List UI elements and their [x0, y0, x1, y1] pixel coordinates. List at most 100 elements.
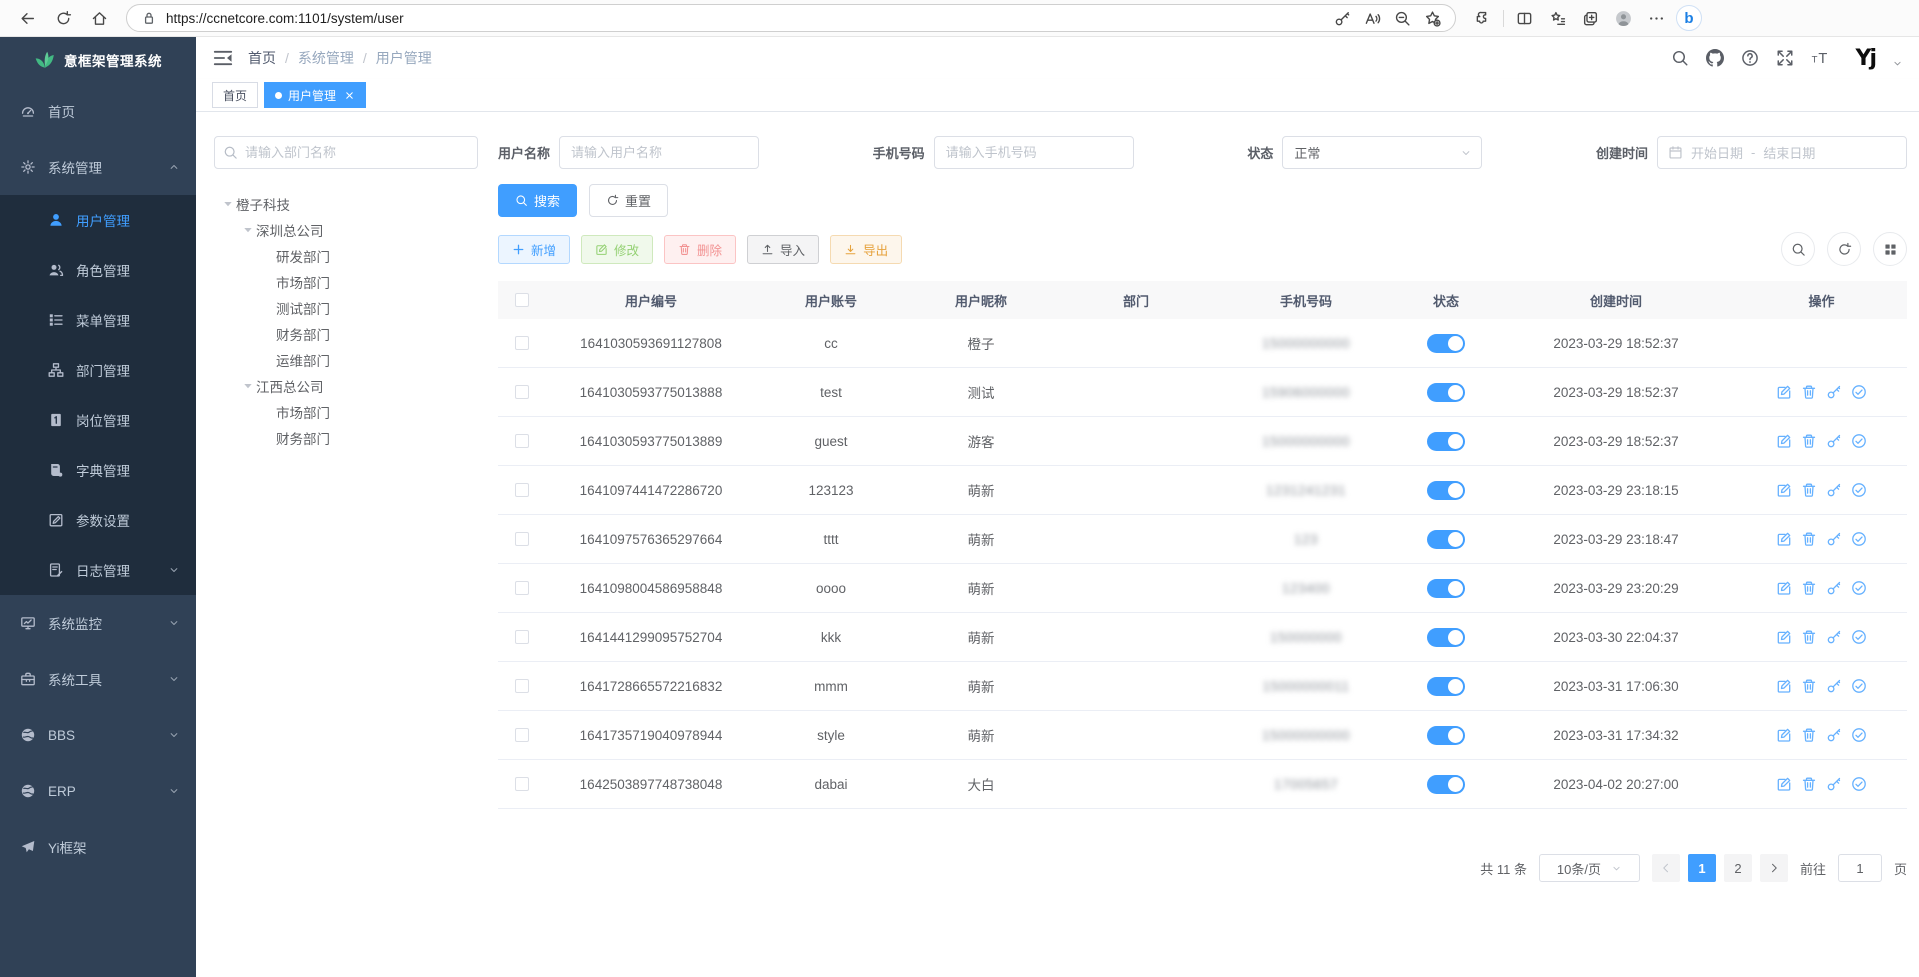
read-aloud-icon[interactable]	[1359, 5, 1385, 31]
trash-action-icon[interactable]	[1801, 482, 1817, 498]
grid-circle-button[interactable]	[1873, 232, 1907, 266]
font-size-icon[interactable]: TT	[1811, 49, 1829, 67]
split-screen-icon[interactable]	[1511, 5, 1537, 31]
collections-icon[interactable]	[1544, 5, 1570, 31]
row-checkbox[interactable]	[515, 679, 529, 693]
key-reset-action-icon[interactable]	[1826, 384, 1842, 400]
edit-action-icon[interactable]	[1776, 678, 1792, 694]
favorite-add-icon[interactable]	[1419, 5, 1445, 31]
next-page-button[interactable]	[1760, 854, 1788, 882]
key-reset-action-icon[interactable]	[1826, 678, 1842, 694]
question-icon[interactable]	[1741, 49, 1759, 67]
add-button[interactable]: 新增	[498, 235, 570, 264]
dept-search-input[interactable]	[214, 136, 478, 169]
fullscreen-icon[interactable]	[1776, 49, 1794, 67]
sidebar-item-param-settings[interactable]: 参数设置	[0, 495, 196, 545]
check-circle-action-icon[interactable]	[1851, 580, 1867, 596]
sidebar-item-dept-management[interactable]: 部门管理	[0, 345, 196, 395]
import-button[interactable]: 导入	[747, 235, 819, 264]
trash-action-icon[interactable]	[1801, 384, 1817, 400]
check-circle-action-icon[interactable]	[1851, 482, 1867, 498]
back-icon[interactable]	[14, 5, 40, 31]
page-button-2[interactable]: 2	[1724, 854, 1752, 882]
caret-down-icon[interactable]	[220, 196, 236, 212]
row-checkbox[interactable]	[515, 483, 529, 497]
status-toggle[interactable]	[1427, 628, 1465, 647]
trash-action-icon[interactable]	[1801, 580, 1817, 596]
status-toggle[interactable]	[1427, 334, 1465, 353]
tree-node[interactable]: 运维部门	[214, 347, 478, 373]
tree-node[interactable]: 测试部门	[214, 295, 478, 321]
zoom-out-icon[interactable]	[1389, 5, 1415, 31]
row-checkbox[interactable]	[515, 434, 529, 448]
tree-node[interactable]: 市场部门	[214, 399, 478, 425]
edit-action-icon[interactable]	[1776, 384, 1792, 400]
trash-action-icon[interactable]	[1801, 727, 1817, 743]
export-button[interactable]: 导出	[830, 235, 902, 264]
sidebar-fold-icon[interactable]	[212, 47, 234, 69]
trash-action-icon[interactable]	[1801, 776, 1817, 792]
key-reset-action-icon[interactable]	[1826, 531, 1842, 547]
sidebar-item-post-management[interactable]: 岗位管理	[0, 395, 196, 445]
edit-action-icon[interactable]	[1776, 531, 1792, 547]
caret-down-icon[interactable]	[240, 378, 256, 394]
check-circle-action-icon[interactable]	[1851, 384, 1867, 400]
address-bar[interactable]: https://ccnetcore.com:1101/system/user	[126, 4, 1456, 32]
sidebar-item-erp[interactable]: ERP	[0, 763, 196, 819]
breadcrumb-item[interactable]: 系统管理	[298, 48, 354, 68]
row-checkbox[interactable]	[515, 532, 529, 546]
edit-action-icon[interactable]	[1776, 727, 1792, 743]
phone-input[interactable]	[934, 136, 1134, 169]
tree-node[interactable]: 财务部门	[214, 425, 478, 451]
row-checkbox[interactable]	[515, 385, 529, 399]
search-circle-button[interactable]	[1781, 232, 1815, 266]
check-circle-action-icon[interactable]	[1851, 727, 1867, 743]
status-toggle[interactable]	[1427, 775, 1465, 794]
profile-icon[interactable]	[1610, 5, 1636, 31]
tree-node[interactable]: 市场部门	[214, 269, 478, 295]
status-select[interactable]: 正常	[1282, 136, 1482, 169]
sidebar-item-dict-management[interactable]: 字典管理	[0, 445, 196, 495]
check-circle-action-icon[interactable]	[1851, 678, 1867, 694]
more-icon[interactable]	[1643, 5, 1669, 31]
key-reset-action-icon[interactable]	[1826, 482, 1842, 498]
sidebar-item-home[interactable]: 首页	[0, 83, 196, 139]
tab-home[interactable]: 首页	[212, 82, 258, 108]
trash-action-icon[interactable]	[1801, 629, 1817, 645]
prev-page-button[interactable]	[1652, 854, 1680, 882]
search-button[interactable]: 搜索	[498, 184, 577, 217]
key-reset-action-icon[interactable]	[1826, 776, 1842, 792]
bing-chat-icon[interactable]: b	[1676, 5, 1702, 31]
sidebar-item-yi-framework[interactable]: Yi框架	[0, 819, 196, 875]
edit-action-icon[interactable]	[1776, 629, 1792, 645]
caret-down-icon[interactable]	[240, 222, 256, 238]
search-icon[interactable]	[1671, 49, 1689, 67]
row-checkbox[interactable]	[515, 630, 529, 644]
status-toggle[interactable]	[1427, 383, 1465, 402]
user-menu-caret-icon[interactable]	[1892, 58, 1903, 69]
tree-node[interactable]: 财务部门	[214, 321, 478, 347]
select-all-checkbox[interactable]	[515, 293, 529, 307]
tree-node[interactable]: 研发部门	[214, 243, 478, 269]
github-icon[interactable]	[1706, 49, 1724, 67]
edit-button[interactable]: 修改	[581, 235, 653, 264]
username-input[interactable]	[559, 136, 759, 169]
home-icon[interactable]	[86, 5, 112, 31]
status-toggle[interactable]	[1427, 726, 1465, 745]
key-reset-action-icon[interactable]	[1826, 433, 1842, 449]
row-checkbox[interactable]	[515, 336, 529, 350]
edit-action-icon[interactable]	[1776, 776, 1792, 792]
sidebar-item-bbs[interactable]: BBS	[0, 707, 196, 763]
edit-action-icon[interactable]	[1776, 433, 1792, 449]
status-toggle[interactable]	[1427, 530, 1465, 549]
status-toggle[interactable]	[1427, 579, 1465, 598]
page-size-select[interactable]: 10条/页	[1539, 854, 1640, 882]
breadcrumb-item[interactable]: 首页	[248, 48, 276, 68]
page-button-1[interactable]: 1	[1688, 854, 1716, 882]
status-toggle[interactable]	[1427, 432, 1465, 451]
key-reset-action-icon[interactable]	[1826, 629, 1842, 645]
tree-node[interactable]: 深圳总公司	[214, 217, 478, 243]
status-toggle[interactable]	[1427, 481, 1465, 500]
sidebar-item-role-management[interactable]: 角色管理	[0, 245, 196, 295]
row-checkbox[interactable]	[515, 777, 529, 791]
